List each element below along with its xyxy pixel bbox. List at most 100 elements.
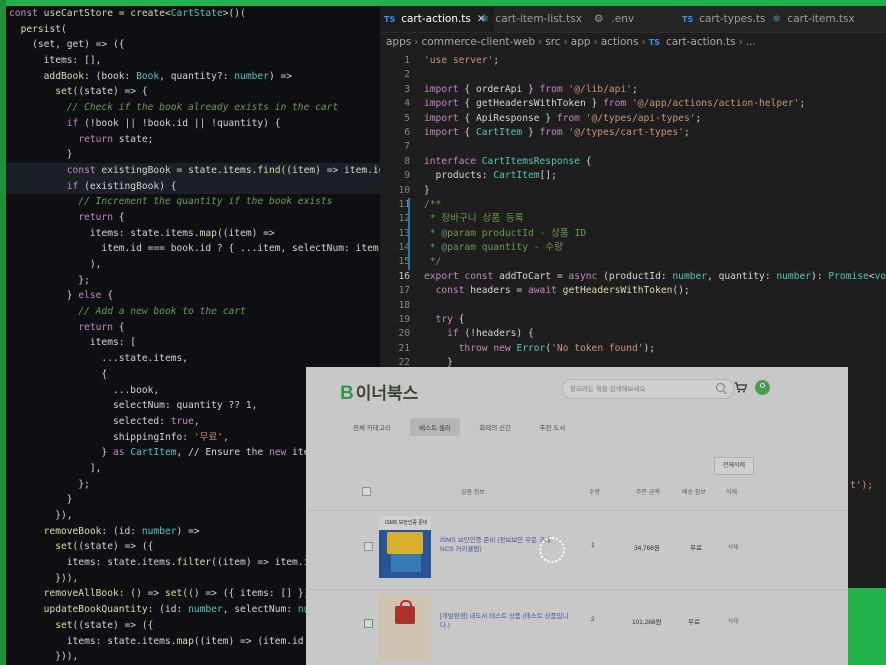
code-line: return { <box>78 321 125 333</box>
line-number: 13 <box>398 227 410 239</box>
code-line: // Check if the book already exists in t… <box>9 102 339 114</box>
editor-tab-bar: TS cart-action.ts ✕ ⚛ cart-item-list.tsx ⚙.… <box>380 6 886 33</box>
code-fragment: t'); <box>850 480 874 491</box>
chevron-right-icon: › <box>563 36 568 48</box>
breadcrumb: apps › commerce-client-web › src › app › actions… <box>386 36 756 48</box>
code-line: return state; <box>78 133 154 145</box>
code-line: items: [], <box>9 55 102 67</box>
code-line: /** <box>424 198 442 210</box>
line-number: 9 <box>404 170 410 182</box>
line-number: 15 <box>398 256 410 268</box>
code-line: ), <box>9 259 102 270</box>
breadcrumb-item[interactable]: ... <box>746 36 756 48</box>
right-code-block: 'use server'; import { orderApi } from '… <box>424 54 886 385</box>
tab-label: cart-item.tsx <box>787 13 855 25</box>
line-number: 18 <box>398 299 410 311</box>
line-number: 19 <box>398 314 410 326</box>
line-number: 2 <box>404 69 410 81</box>
typescript-icon: TS <box>682 15 694 24</box>
gear-icon: ⚙ <box>594 13 604 25</box>
code-line: if (!headers) { <box>447 328 534 340</box>
code-line: import { CartItem } from '@/types/cart-t… <box>424 126 690 138</box>
code-line: products: CartItem[]; <box>424 170 557 182</box>
code-line: if (!book || !book.id || !quantity) { <box>66 117 281 129</box>
code-line: import { getHeadersWithToken } from '@/a… <box>424 98 806 110</box>
code-line: // Increment the quantity if the book ex… <box>9 196 333 208</box>
chevron-right-icon: › <box>538 36 543 48</box>
code-line: items: state.items.map((item) => <box>9 227 275 239</box>
chevron-right-icon: › <box>738 36 743 48</box>
react-icon: ⚛ <box>772 13 782 25</box>
green-frame-bottom <box>848 588 886 665</box>
line-number: 12 <box>398 213 410 225</box>
code-line: try { <box>435 314 465 326</box>
code-line: const existingBook = state.items.find((i… <box>6 162 380 179</box>
line-number-gutter: 1234567891011121314151617181920212223 <box>380 54 410 385</box>
tab-cart-types[interactable]: TS cart-types.ts <box>682 6 766 32</box>
tab-label: cart-action.ts <box>401 13 471 25</box>
chevron-right-icon: › <box>641 36 646 48</box>
shop-cart-page: B 이너북스 찾으려는 책을 검색해보세요 전체 카테고리 베스트 셀러 화제의 … <box>306 367 848 665</box>
code-line: import { ApiResponse } from '@/types/api… <box>424 112 702 124</box>
tab-cart-item[interactable]: ⚛ cart-item.tsx <box>772 6 855 32</box>
breadcrumb-item[interactable]: commerce-client-web <box>421 36 535 48</box>
loading-overlay <box>306 367 848 665</box>
react-icon: ⚛ <box>480 13 490 25</box>
tab-cart-item-list[interactable]: ⚛ cart-item-list.tsx <box>480 6 582 32</box>
git-change-indicator <box>408 198 410 270</box>
code-line: return { <box>78 211 125 223</box>
line-number: 4 <box>404 98 410 110</box>
code-line: }; <box>9 274 90 286</box>
line-number: 14 <box>398 242 410 254</box>
code-line: 'use server'; <box>424 55 500 66</box>
line-number: 8 <box>404 155 410 167</box>
code-line: } else { <box>9 290 113 302</box>
code-line: interface CartItemsResponse { <box>424 155 592 167</box>
code-line: const useCartStore = create<CartState>()… <box>9 8 246 19</box>
breadcrumb-item[interactable]: apps <box>386 36 411 48</box>
line-number: 16 <box>398 270 410 282</box>
line-number: 17 <box>398 285 410 297</box>
code-line: addBook: (book: Book, quantity?: number)… <box>43 70 293 82</box>
tab-label: cart-types.ts <box>699 13 766 25</box>
code-line: */ <box>424 256 442 268</box>
code-line: * @param quantity - 수량 <box>424 242 563 254</box>
code-line: item.id === book.id ? { ...item, selectN… <box>101 243 380 255</box>
chevron-right-icon: › <box>414 36 419 48</box>
breadcrumb-item[interactable]: src <box>545 36 560 48</box>
typescript-icon: TS <box>648 38 660 47</box>
code-line: import { orderApi } from '@/lib/api'; <box>424 83 638 95</box>
typescript-icon: TS <box>384 15 396 24</box>
code-line: (set, get) => ({ <box>9 39 125 51</box>
code-line: * 장바구니 상품 등록 <box>424 213 524 225</box>
code-line: items: [ <box>9 337 137 349</box>
tab-label: .env <box>611 13 635 25</box>
line-number: 5 <box>404 112 410 124</box>
code-line: // Add a new book to the cart <box>9 306 246 318</box>
line-number: 10 <box>398 184 410 196</box>
code-line: set((state) => { <box>55 86 148 98</box>
breadcrumb-item[interactable]: actions <box>601 36 639 48</box>
breadcrumb-item[interactable]: cart-action.ts <box>666 36 736 48</box>
code-line: if (existingBook) { <box>6 178 380 195</box>
line-number: 6 <box>404 126 410 138</box>
code-line: const headers = await getHeadersWithToke… <box>435 285 690 297</box>
line-number: 11 <box>398 198 410 210</box>
line-number: 7 <box>404 141 410 153</box>
code-line: persist( <box>20 23 67 35</box>
code-line: * @param productId - 상품 ID <box>424 227 587 239</box>
line-number: 1 <box>404 55 410 66</box>
tab-cart-action[interactable]: TS cart-action.ts ✕ <box>380 6 494 32</box>
tab-label: cart-item-list.tsx <box>495 13 582 25</box>
code-line: export const addToCart = async (productI… <box>424 270 886 282</box>
breadcrumb-item[interactable]: app <box>571 36 591 48</box>
code-line: } <box>424 184 430 196</box>
tab-env[interactable]: ⚙ .env <box>594 6 634 32</box>
chevron-right-icon: › <box>593 36 598 48</box>
code-line: throw new Error('No token found'); <box>458 342 656 354</box>
code-line: ...state.items, <box>9 353 189 365</box>
code-line: } <box>9 149 73 161</box>
